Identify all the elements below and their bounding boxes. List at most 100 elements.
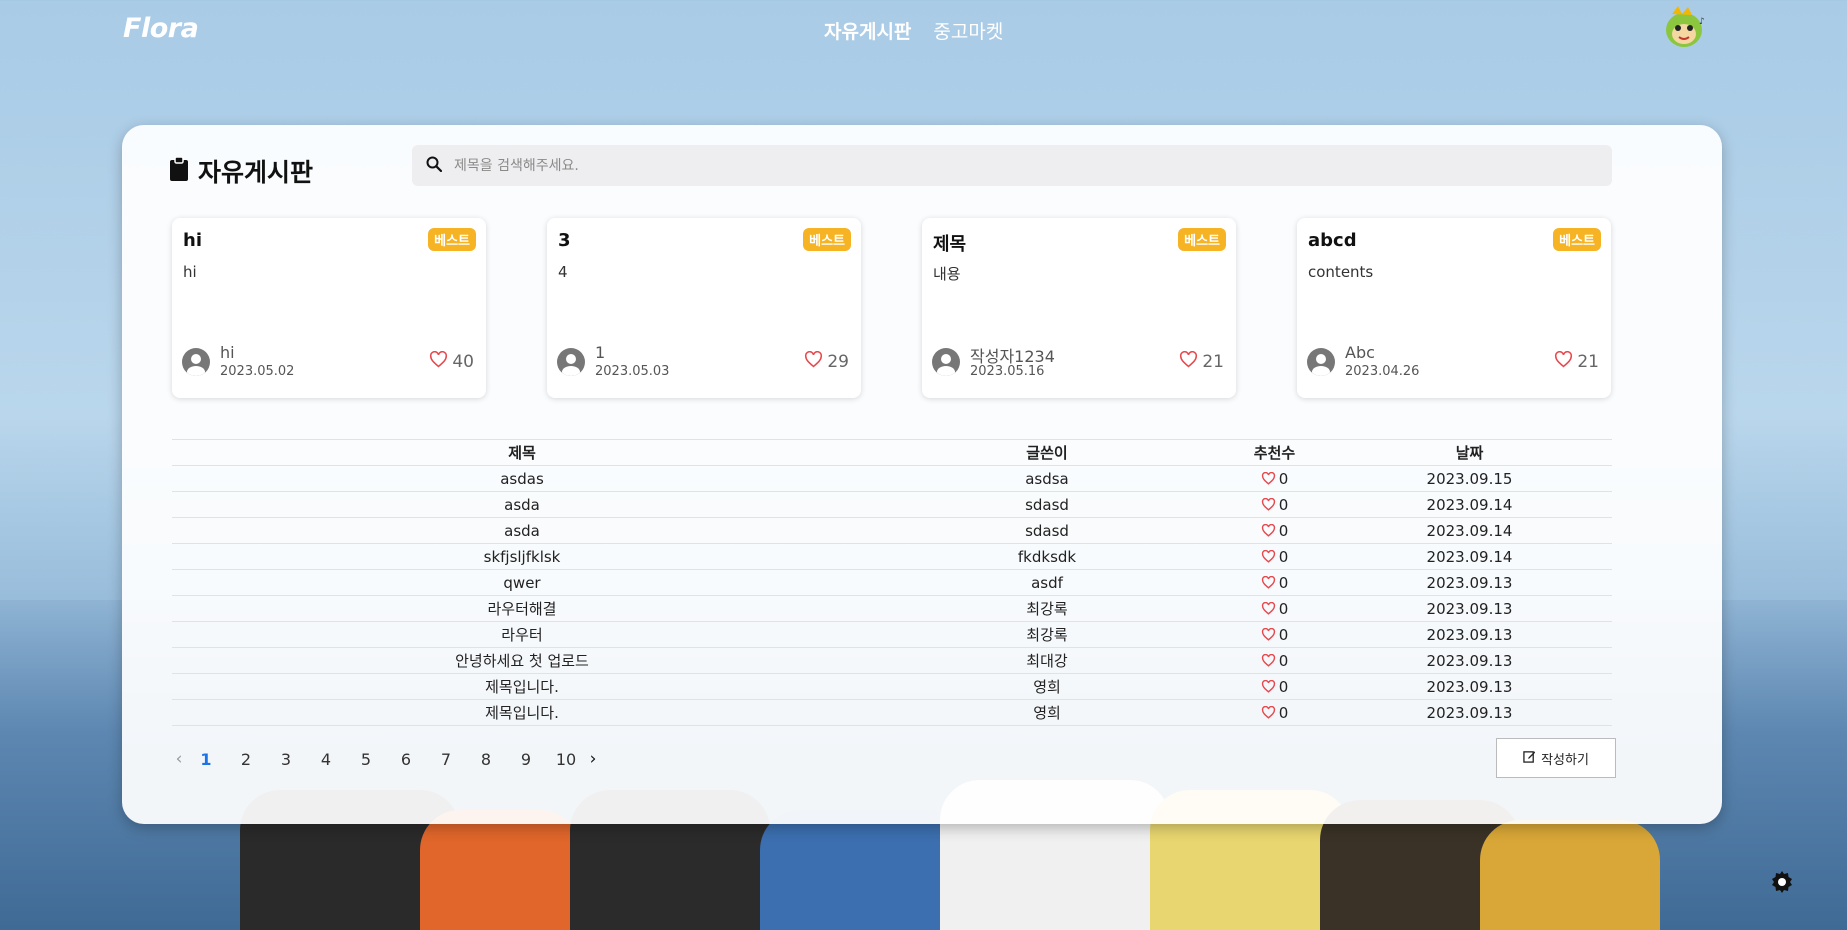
heart-icon — [804, 350, 823, 373]
page-4-button[interactable]: 4 — [306, 750, 346, 769]
prev-page-button[interactable]: ‹ — [172, 749, 186, 769]
logo[interactable]: Flora — [123, 13, 199, 44]
row-title[interactable]: skfjsljfklsk — [172, 548, 872, 566]
heart-icon — [1261, 680, 1276, 693]
best-post-card[interactable]: hi 베스트 hi hi 2023.05.02 40 — [172, 218, 486, 398]
row-likes-count: 0 — [1278, 469, 1289, 488]
row-writer: 최강록 — [1026, 600, 1068, 618]
page-8-button[interactable]: 8 — [466, 750, 506, 769]
row-likes: 0 — [1222, 678, 1327, 696]
posts-table: 제목 글쓴이 추천수 날짜 asdas asdsa 0 2023.09.15 asda s… — [172, 439, 1612, 726]
row-date: 2023.09.14 — [1426, 495, 1513, 514]
row-title[interactable]: 라우터해결 — [172, 598, 872, 619]
search-input[interactable] — [452, 156, 1556, 175]
row-title[interactable]: 제목입니다. — [172, 676, 872, 697]
table-row[interactable]: qwer asdf 0 2023.09.13 — [172, 569, 1612, 595]
table-row[interactable]: 안녕하세요 첫 업로드 최대강 0 2023.09.13 — [172, 647, 1612, 673]
row-date: 2023.09.13 — [1426, 625, 1513, 644]
table-row[interactable]: asda sdasd 0 2023.09.14 — [172, 517, 1612, 543]
row-date: 2023.09.14 — [1426, 547, 1513, 566]
row-date: 2023.09.13 — [1426, 573, 1513, 592]
search-icon — [412, 156, 443, 176]
card-author: hi — [220, 343, 235, 362]
heart-icon — [1261, 706, 1276, 719]
edit-icon — [1523, 750, 1536, 767]
heart-icon — [1179, 350, 1198, 373]
table-row[interactable]: 라우터 최강록 0 2023.09.13 — [172, 621, 1612, 647]
row-title[interactable]: 라우터 — [172, 624, 872, 645]
row-likes: 0 — [1222, 470, 1327, 488]
row-likes-count: 0 — [1278, 521, 1289, 540]
heart-icon — [1261, 472, 1276, 485]
table-row[interactable]: 라우터해결 최강록 0 2023.09.13 — [172, 595, 1612, 621]
heart-icon — [1261, 576, 1276, 589]
row-likes: 0 — [1222, 652, 1327, 670]
page-3-button[interactable]: 3 — [266, 750, 306, 769]
page-2-button[interactable]: 2 — [226, 750, 266, 769]
svg-text:♪: ♪ — [1699, 17, 1705, 27]
best-posts: hi 베스트 hi hi 2023.05.02 40 3 베스트 4 1 202… — [172, 218, 1612, 398]
clipboard-icon — [170, 156, 188, 185]
row-writer: asdf — [1031, 573, 1063, 592]
card-date: 2023.05.02 — [220, 364, 295, 379]
row-writer: fkdksdk — [1017, 547, 1077, 566]
page-6-button[interactable]: 6 — [386, 750, 426, 769]
card-author: Abc — [1345, 343, 1375, 362]
heart-icon — [1261, 498, 1276, 511]
board-panel: 자유게시판 hi 베스트 hi hi 2023.05.02 40 — [122, 125, 1722, 824]
search-bar[interactable] — [412, 145, 1612, 186]
heart-icon — [1261, 524, 1276, 537]
card-likes: 29 — [804, 350, 849, 373]
row-likes-count: 0 — [1278, 703, 1289, 722]
heart-icon — [1261, 550, 1276, 563]
top-nav: Flora 자유게시판 중고마켓 ♪ — [0, 0, 1847, 60]
row-likes-count: 0 — [1278, 495, 1289, 514]
row-likes: 0 — [1222, 574, 1327, 592]
page-9-button[interactable]: 9 — [506, 750, 546, 769]
heart-icon — [1261, 628, 1276, 641]
table-row[interactable]: asda sdasd 0 2023.09.14 — [172, 491, 1612, 517]
write-button[interactable]: 작성하기 — [1496, 738, 1616, 778]
row-title[interactable]: qwer — [172, 574, 872, 592]
row-date: 2023.09.13 — [1426, 703, 1513, 722]
row-date: 2023.09.13 — [1426, 677, 1513, 696]
pagination: ‹ 1 2 3 4 5 6 7 8 9 10 › — [172, 749, 600, 769]
best-post-card[interactable]: abcd 베스트 contents Abc 2023.04.26 21 — [1297, 218, 1611, 398]
card-date: 2023.05.03 — [595, 364, 670, 379]
row-likes: 0 — [1222, 522, 1327, 540]
card-content: 4 — [558, 263, 568, 281]
row-likes: 0 — [1222, 600, 1327, 618]
gear-icon[interactable] — [1770, 870, 1794, 894]
page-7-button[interactable]: 7 — [426, 750, 466, 769]
nav-link-market[interactable]: 중고마켓 — [933, 17, 1003, 44]
write-button-label: 작성하기 — [1541, 752, 1589, 768]
nav-link-free-board[interactable]: 자유게시판 — [824, 17, 911, 44]
page-5-button[interactable]: 5 — [346, 750, 386, 769]
row-title[interactable]: asda — [172, 496, 872, 514]
row-writer: 영희 — [1033, 678, 1061, 696]
card-title: 제목 — [933, 234, 967, 255]
best-post-card[interactable]: 제목 베스트 내용 작성자1234 2023.05.16 21 — [922, 218, 1236, 398]
card-date: 2023.04.26 — [1345, 364, 1420, 379]
profile-avatar[interactable]: ♪ — [1662, 4, 1712, 50]
header-likes: 추천수 — [1253, 444, 1296, 462]
row-title[interactable]: 안녕하세요 첫 업로드 — [172, 650, 872, 671]
page-10-button[interactable]: 10 — [546, 750, 586, 769]
user-icon — [182, 348, 210, 376]
row-date: 2023.09.14 — [1426, 521, 1513, 540]
row-title[interactable]: 제목입니다. — [172, 702, 872, 723]
row-title[interactable]: asdas — [172, 470, 872, 488]
nav-links: 자유게시판 중고마켓 — [824, 17, 1003, 44]
page-1-button[interactable]: 1 — [186, 750, 226, 769]
table-row[interactable]: skfjsljfklsk fkdksdk 0 2023.09.14 — [172, 543, 1612, 569]
table-row[interactable]: 제목입니다. 영희 0 2023.09.13 — [172, 673, 1612, 699]
best-post-card[interactable]: 3 베스트 4 1 2023.05.03 29 — [547, 218, 861, 398]
user-icon — [932, 348, 960, 376]
table-row[interactable]: asdas asdsa 0 2023.09.15 — [172, 465, 1612, 491]
best-badge: 베스트 — [803, 228, 851, 251]
next-page-button[interactable]: › — [586, 749, 600, 769]
card-author: 1 — [595, 343, 606, 362]
table-row[interactable]: 제목입니다. 영희 0 2023.09.13 — [172, 699, 1612, 726]
card-content: contents — [1308, 263, 1374, 281]
row-title[interactable]: asda — [172, 522, 872, 540]
